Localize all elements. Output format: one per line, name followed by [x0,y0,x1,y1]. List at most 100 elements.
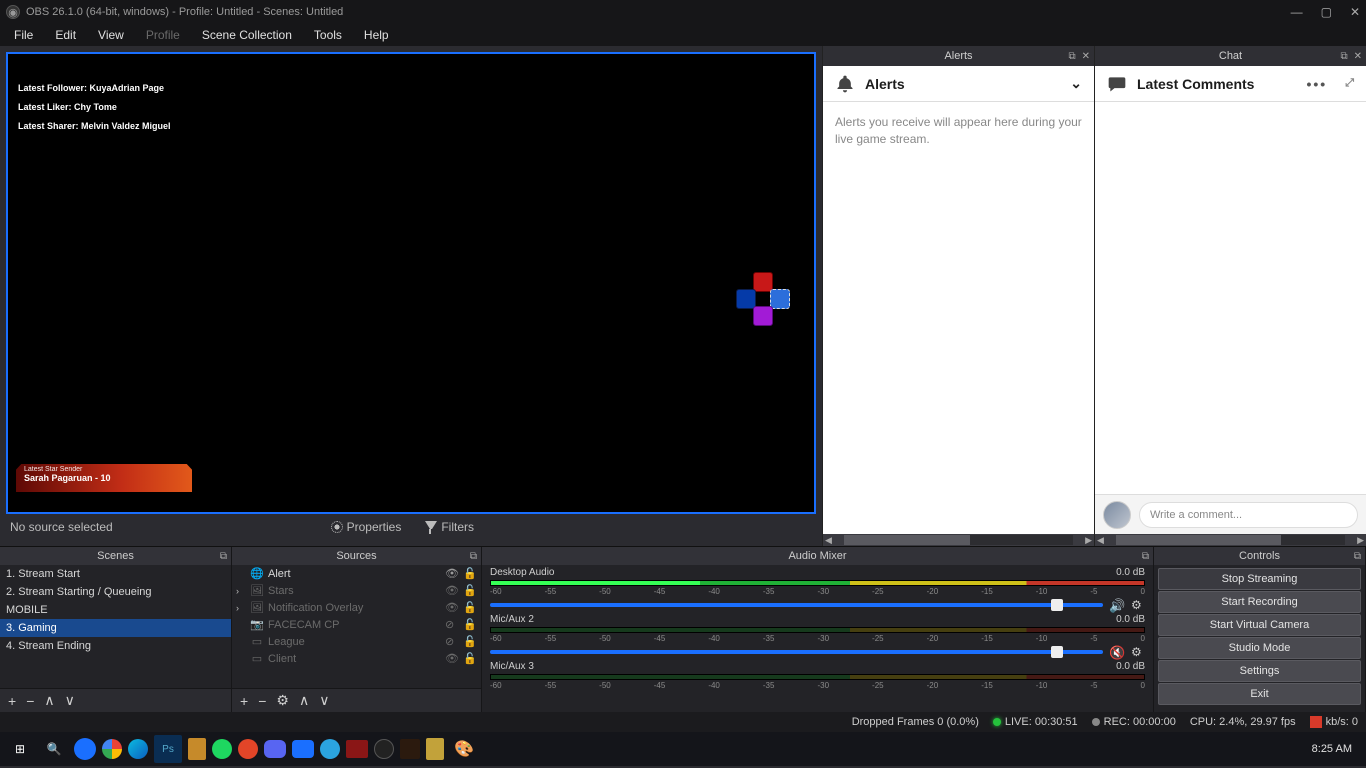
lock-icon[interactable]: 🔓 [463,567,477,580]
popout-icon[interactable]: ⧉ [1142,551,1149,562]
taskbar-clock[interactable]: 8:25 AM [1312,743,1360,755]
visibility-icon[interactable]: ⊘ [445,618,459,631]
source-name: Alert [268,568,441,580]
taskbar-app-icon[interactable] [188,738,206,760]
start-virtual-camera-button[interactable]: Start Virtual Camera [1158,614,1361,636]
popout-icon[interactable]: ⧉ [1354,551,1361,562]
lock-icon[interactable]: 🔓 [463,618,477,631]
popout-icon[interactable]: ⧉ [1068,51,1075,62]
visibility-icon[interactable]: ⊘ [445,635,459,648]
source-down-button[interactable]: ∨ [319,692,329,709]
overlay-badge-cluster [736,272,790,326]
volume-slider[interactable] [490,603,1103,607]
maximize-button[interactable]: ▢ [1321,5,1332,19]
remove-source-button[interactable]: − [258,693,266,709]
menu-scene-collection[interactable]: Scene Collection [192,26,302,44]
volume-slider[interactable] [490,650,1103,654]
audio-meter [490,580,1145,586]
taskbar-app-icon[interactable] [128,739,148,759]
taskbar-app-icon[interactable] [426,738,444,760]
source-item[interactable]: ▭Client👁🔓 [232,650,481,667]
scene-up-button[interactable]: ∧ [44,692,54,709]
menu-help[interactable]: Help [354,26,399,44]
source-item[interactable]: ›🖼Notification Overlay👁🔓 [232,599,481,616]
taskbar-app-icon[interactable] [400,739,420,759]
exit-button[interactable]: Exit [1158,683,1361,705]
add-source-button[interactable]: + [240,693,248,709]
taskbar-app-icon[interactable]: 🎨 [450,735,478,763]
remove-scene-button[interactable]: − [26,693,34,709]
settings-button[interactable]: Settings [1158,660,1361,682]
taskbar-app-icon[interactable] [102,739,122,759]
start-recording-button[interactable]: Start Recording [1158,591,1361,613]
scene-down-button[interactable]: ∨ [65,692,75,709]
chat-dock-title[interactable]: Chat ⧉✕ [1095,46,1366,66]
speaker-muted-icon[interactable]: 🔇 [1109,645,1125,659]
close-icon[interactable]: ✕ [1082,51,1090,62]
chat-hscroll[interactable]: ◀▶ [1095,534,1366,546]
source-settings-button[interactable]: ⚙ [276,692,289,709]
taskbar-app-icon[interactable] [264,740,286,758]
studio-mode-button[interactable]: Studio Mode [1158,637,1361,659]
channel-settings-icon[interactable]: ⚙ [1131,645,1145,659]
taskbar-app-icon[interactable] [212,739,232,759]
source-type-icon: 🖼 [250,584,264,597]
channel-settings-icon[interactable]: ⚙ [1131,598,1145,612]
scene-item[interactable]: 1. Stream Start [0,565,231,583]
lock-icon[interactable]: 🔓 [463,652,477,665]
channel-db: 0.0 dB [1116,567,1145,578]
stop-streaming-button[interactable]: Stop Streaming [1158,568,1361,590]
close-button[interactable]: ✕ [1350,5,1360,19]
expand-icon[interactable]: › [236,586,246,596]
comment-input[interactable]: Write a comment... [1139,502,1358,528]
close-icon[interactable]: ✕ [1354,51,1362,62]
popout-icon[interactable]: ⧉ [470,551,477,562]
start-button[interactable]: ⊞ [6,735,34,763]
source-item[interactable]: 🌐Alert👁🔓 [232,565,481,582]
source-item[interactable]: 📷FACECAM CP⊘🔓 [232,616,481,633]
lock-icon[interactable]: 🔓 [463,635,477,648]
more-icon[interactable]: ••• [1306,76,1327,92]
taskbar-app-icon[interactable] [292,740,314,758]
taskbar-app-icon[interactable] [320,739,340,759]
taskbar-app-icon[interactable] [346,740,368,758]
menu-view[interactable]: View [88,26,134,44]
alerts-dock-title[interactable]: Alerts ⧉✕ [823,46,1094,66]
scene-item[interactable]: MOBILE [0,601,231,619]
filters-button[interactable]: Filters [419,518,480,536]
visibility-icon[interactable]: 👁 [445,584,459,597]
taskbar-app-icon[interactable] [238,739,258,759]
visibility-icon[interactable]: 👁 [445,601,459,614]
expand-icon[interactable]: ⤢ [1345,77,1354,90]
taskbar-app-icon[interactable] [74,738,96,760]
menu-file[interactable]: File [4,26,43,44]
scene-item[interactable]: 3. Gaming [0,619,231,637]
minimize-button[interactable]: — [1291,5,1303,19]
preview-canvas[interactable]: Latest Follower: KuyaAdrian Page Latest … [6,52,816,514]
chevron-down-icon[interactable]: ⌄ [1070,75,1082,92]
scene-item[interactable]: 4. Stream Ending [0,637,231,655]
menu-tools[interactable]: Tools [304,26,352,44]
expand-icon[interactable]: › [236,603,246,613]
alerts-hscroll[interactable]: ◀▶ [823,534,1094,546]
popout-icon[interactable]: ⧉ [1340,51,1347,62]
taskbar-search-icon[interactable]: 🔍 [40,735,68,763]
menu-edit[interactable]: Edit [45,26,86,44]
popout-icon[interactable]: ⧉ [220,551,227,562]
source-item[interactable]: ▭League⊘🔓 [232,633,481,650]
source-name: FACECAM CP [268,619,441,631]
add-scene-button[interactable]: + [8,693,16,709]
source-item[interactable]: ›🖼Stars👁🔓 [232,582,481,599]
taskbar-app-icon[interactable]: Ps [154,735,182,763]
windows-taskbar[interactable]: ⊞ 🔍 Ps 🎨 8:25 AM [0,732,1366,766]
source-up-button[interactable]: ∧ [299,692,309,709]
speaker-icon[interactable]: 🔊 [1109,598,1125,612]
visibility-icon[interactable]: 👁 [445,652,459,665]
lock-icon[interactable]: 🔓 [463,584,477,597]
properties-button[interactable]: Properties [325,518,408,536]
scene-item[interactable]: 2. Stream Starting / Queueing [0,583,231,601]
visibility-icon[interactable]: 👁 [445,567,459,580]
taskbar-app-icon[interactable] [374,739,394,759]
mixer-title: Audio Mixer [788,550,846,562]
lock-icon[interactable]: 🔓 [463,601,477,614]
